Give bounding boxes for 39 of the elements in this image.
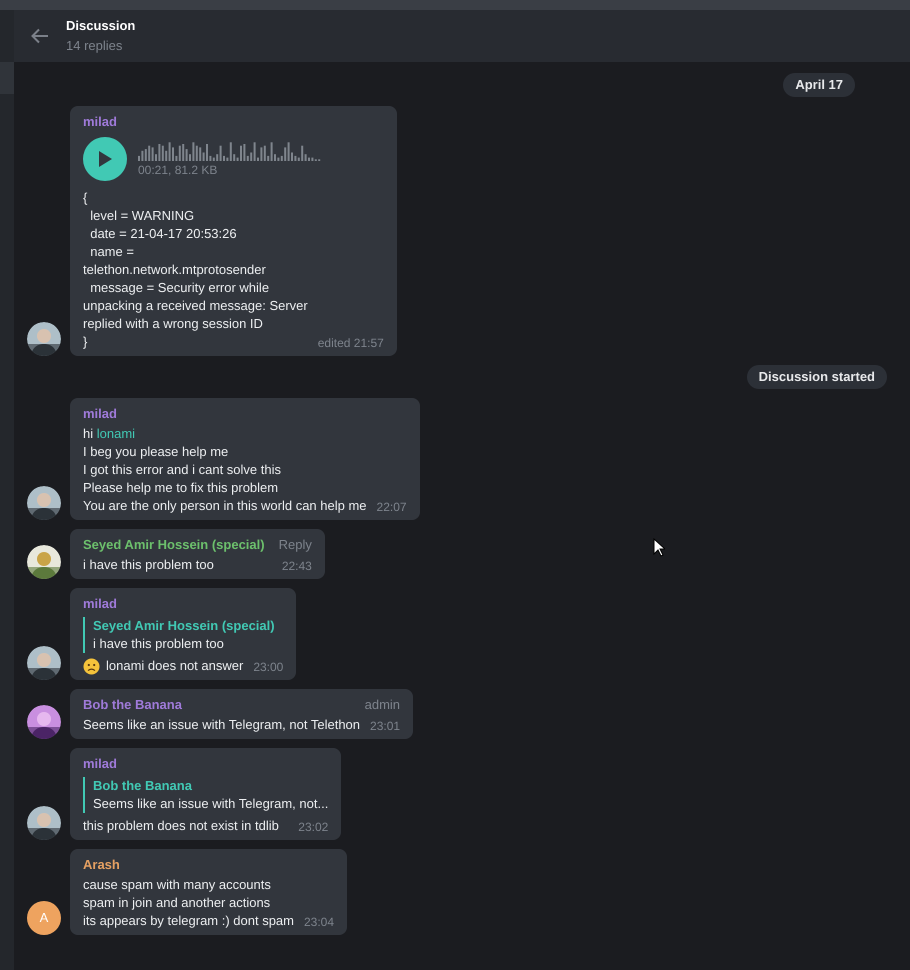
reply-count: 14 replies xyxy=(66,37,124,55)
message-time: edited 21:57 xyxy=(318,335,384,351)
author-name: Arash xyxy=(83,856,120,874)
message-time: 22:43 xyxy=(282,558,312,574)
message-text: lonami does not answer xyxy=(106,657,244,675)
message-time: 23:01 xyxy=(370,718,400,734)
message-time: 23:00 xyxy=(253,659,284,675)
quoted-text: i have this problem too xyxy=(93,635,225,653)
message-time: 23:02 xyxy=(298,819,328,835)
sad-face-icon xyxy=(83,658,100,674)
service-date: Discussion started xyxy=(746,365,887,389)
play-icon xyxy=(97,150,113,168)
quoted-text: Seems like an issue with Telegram, not... xyxy=(93,795,328,813)
author-name: milad xyxy=(83,595,117,613)
message-text: cause spam with many accounts spam in join and another actions its appears by telegram :) dont spam xyxy=(83,876,294,930)
author-name: milad xyxy=(83,113,117,131)
message-text: hi lonami I beg you please help me I got this error and i cant solve this Please help me to fix this problem You are the only person in this world can help me xyxy=(83,425,367,515)
author-name: milad xyxy=(83,755,117,773)
avatar: A xyxy=(27,901,61,935)
chat-title: Discussion xyxy=(66,17,136,35)
message-time: 22:07 xyxy=(376,499,407,515)
message-text: Seems like an issue with Telegram, not Telethon xyxy=(83,716,360,734)
quoted-author: Bob the Banana xyxy=(93,777,193,795)
admin-label: admin xyxy=(364,696,400,714)
service-date: April 17 xyxy=(783,73,855,97)
message-time: 23:04 xyxy=(304,914,334,930)
reply-link[interactable]: Reply xyxy=(278,536,312,554)
author-name: Seyed Amir Hossein (special) xyxy=(83,536,265,554)
author-name: Bob the Banana xyxy=(83,696,182,714)
mouse-cursor-icon xyxy=(653,538,665,557)
message-text: i have this problem too xyxy=(83,556,214,574)
play-button[interactable] xyxy=(83,137,127,181)
message-text: this problem does not exist in tdlib xyxy=(83,817,279,835)
back-arrow-icon[interactable] xyxy=(31,28,49,44)
quoted-author: Seyed Amir Hossein (special) xyxy=(93,617,276,635)
mention-link[interactable]: lonami xyxy=(96,426,136,441)
author-name: milad xyxy=(83,405,117,423)
message-text: { level = WARNING date = 21-04-17 20:53:26 name = telethon.network.mtprotosender message = Security error while unpacking a received message: Server replied with a wrong session ID } xyxy=(83,189,308,351)
audio-info: 00:21, 81.2 KB xyxy=(138,162,218,178)
